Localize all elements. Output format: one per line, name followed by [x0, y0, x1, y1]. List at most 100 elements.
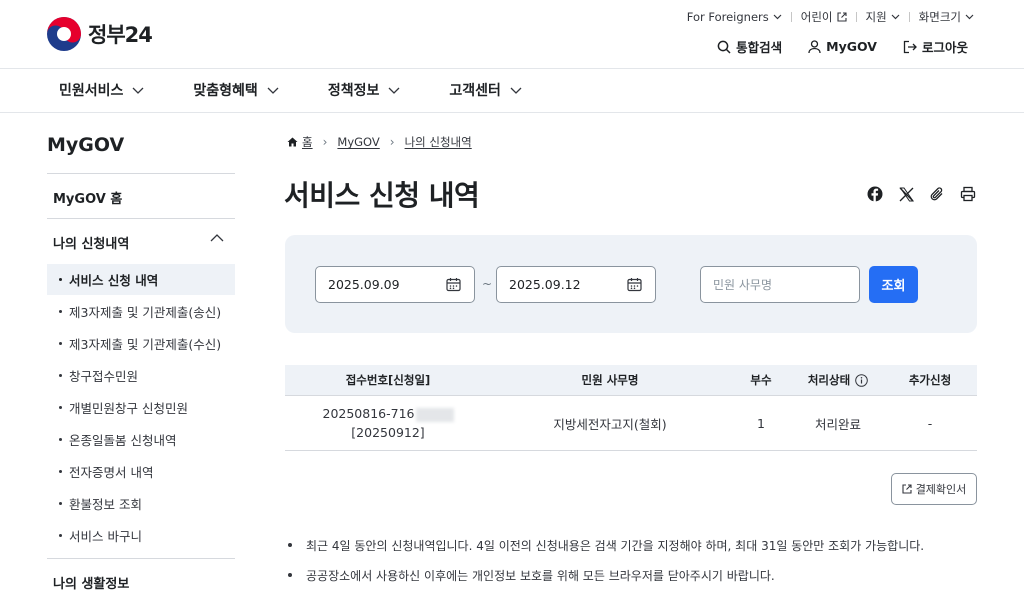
payment-confirmation-button[interactable]: 결제확인서	[891, 473, 977, 505]
sidebar-item-label: 제3자제출 및 기관제출(수신)	[69, 337, 222, 352]
action-label: 로그아웃	[921, 40, 968, 55]
notice-item: 최근 4일 동안의 신청내역입니다. 4일 이전의 신청내용은 검색 기간을 지…	[288, 530, 924, 560]
util-for-foreigners[interactable]: For Foreigners	[687, 10, 782, 24]
sidebar-item-mygov-home[interactable]: MyGOV 홈	[53, 188, 122, 207]
x-icon	[899, 187, 914, 201]
mygov-button[interactable]: MyGOV	[808, 39, 877, 54]
gnb-label: 고객센터	[449, 83, 501, 99]
chevron-down-icon	[267, 87, 279, 94]
table-row[interactable]: 20250816-716 [20250912] 지방세전자고지(철회) 1 처리…	[285, 396, 977, 451]
user-icon	[808, 39, 821, 53]
col-status-label: 처리상태	[807, 373, 851, 387]
calendar-icon[interactable]	[627, 277, 642, 292]
sidebar-section-applications[interactable]: 나의 신청내역	[53, 233, 129, 252]
bullet	[59, 470, 62, 473]
end-date-field[interactable]: 2025.09.12	[496, 266, 656, 303]
col-service-name: 민원 사무명	[581, 373, 639, 387]
gnb-label: 정책정보	[327, 83, 380, 99]
sidebar-item-service-basket[interactable]: 서비스 바구니	[47, 520, 235, 551]
bullet	[288, 573, 292, 577]
chevron-down-icon	[510, 87, 522, 94]
copy-link-button[interactable]	[928, 185, 946, 203]
print-button[interactable]	[959, 185, 977, 203]
receipt-date: [20250912]	[351, 425, 425, 440]
search-panel: 2025.09.09 ~ 2025.09.12 민원 사무명 조회	[285, 235, 977, 333]
bullet	[59, 374, 62, 377]
sidebar-item-third-party-sent[interactable]: 제3자제출 및 기관제출(송신)	[47, 296, 235, 327]
logout-icon	[903, 40, 917, 53]
action-label: 통합검색	[736, 40, 783, 55]
external-link-icon	[902, 484, 912, 494]
chevron-up-icon[interactable]	[210, 234, 224, 242]
gnb-civil-services[interactable]: 민원서비스	[59, 80, 144, 100]
sidebar-item-third-party-received[interactable]: 제3자제출 및 기관제출(수신)	[47, 328, 235, 359]
sidebar-item-label: 전자증명서 내역	[69, 465, 154, 480]
sidebar-item-label: 온종일돌봄 신청내역	[69, 433, 177, 448]
util-screen-size[interactable]: 화면크기	[919, 9, 974, 25]
main-navigation: 민원서비스 맞춤형혜택 정책정보 고객센터	[59, 80, 571, 100]
page-tools	[866, 185, 990, 203]
site-logo[interactable]: 정부24	[46, 16, 153, 52]
sidebar-item-label: 개별민원창구 신청민원	[69, 401, 188, 416]
breadcrumb-mygov[interactable]: MyGOV	[337, 135, 379, 149]
sidebar-section-life-info[interactable]: 나의 생활정보	[53, 573, 129, 592]
x-share-button[interactable]	[897, 185, 915, 203]
calendar-icon[interactable]	[446, 277, 461, 292]
info-icon[interactable]	[855, 373, 868, 387]
end-date-value: 2025.09.12	[509, 277, 581, 292]
breadcrumb-arrow-icon: ›	[389, 135, 395, 149]
gnb-label: 맞춤형혜택	[193, 83, 258, 99]
logo-text: 정부24	[88, 23, 153, 47]
search-button[interactable]: 조회	[869, 266, 918, 303]
gnb-customer-center[interactable]: 고객센터	[449, 80, 522, 100]
gnb-label: 민원서비스	[59, 83, 124, 99]
header-divider	[0, 68, 1024, 69]
receipt-number: 20250816-716	[322, 406, 415, 421]
sidebar-item-service-applications[interactable]: 서비스 신청 내역	[47, 264, 235, 295]
table-header: 접수번호[신청일] 민원 사무명 부수 처리상태 추가신청	[285, 365, 977, 396]
bullet	[59, 406, 62, 409]
bullet	[59, 342, 62, 345]
sidebar-item-e-certificates[interactable]: 전자증명서 내역	[47, 456, 235, 487]
util-support[interactable]: 지원	[866, 9, 900, 25]
sidebar-item-refund-info[interactable]: 환불정보 조회	[47, 488, 235, 519]
facebook-share-button[interactable]	[866, 185, 884, 203]
chevron-down-icon	[891, 14, 900, 20]
gnb-policy-info[interactable]: 정책정보	[328, 80, 401, 100]
sidebar-title: MyGOV	[47, 134, 125, 156]
sidebar-item-label: 제3자제출 및 기관제출(송신)	[69, 305, 222, 320]
cell-status: 처리완료	[814, 416, 861, 432]
chevron-down-icon	[388, 87, 400, 94]
sidebar-item-all-day-care[interactable]: 온종일돌봄 신청내역	[47, 424, 235, 455]
divider	[908, 12, 910, 22]
util-kids[interactable]: 어린이	[801, 9, 847, 25]
taegeuk-logo-icon	[47, 17, 81, 51]
notice-list: 최근 4일 동안의 신청내역입니다. 4일 이전의 신청내용은 검색 기간을 지…	[288, 530, 924, 590]
sidebar-divider	[47, 558, 235, 559]
bullet	[59, 310, 62, 313]
bullet	[59, 438, 62, 441]
notice-text: 최근 4일 동안의 신청내역입니다. 4일 이전의 신청내용은 검색 기간을 지…	[306, 538, 925, 553]
integrated-search-button[interactable]: 통합검색	[717, 37, 782, 56]
notice-item: 공공장소에서 사용하신 이후에는 개인정보 보호를 위해 모든 브라우저를 닫아…	[288, 560, 924, 590]
sidebar-item-counter-civil[interactable]: 창구접수민원	[47, 360, 235, 391]
sidebar-item-label: 창구접수민원	[69, 369, 139, 384]
service-name-input[interactable]: 민원 사무명	[700, 266, 860, 303]
breadcrumb-applications[interactable]: 나의 신청내역	[405, 134, 472, 150]
col-extra: 추가신청	[908, 373, 952, 387]
chevron-down-icon	[773, 14, 782, 20]
breadcrumb-home[interactable]: 홈	[302, 134, 313, 150]
bullet	[288, 543, 292, 547]
logout-button[interactable]: 로그아웃	[903, 37, 968, 56]
gnb-custom-benefits[interactable]: 맞춤형혜택	[193, 80, 279, 100]
col-receipt-no: 접수번호[신청일]	[345, 373, 431, 387]
sidebar-item-individual-counter[interactable]: 개별민원창구 신청민원	[47, 392, 235, 423]
cell-receipt[interactable]: 20250816-716 [20250912]	[285, 404, 491, 442]
bullet	[59, 278, 62, 281]
start-date-value: 2025.09.09	[328, 277, 400, 292]
sidebar-divider	[47, 218, 235, 219]
col-copies: 부수	[750, 373, 772, 387]
start-date-field[interactable]: 2025.09.09	[315, 266, 475, 303]
util-label: 화면크기	[918, 10, 961, 24]
utility-links: For Foreigners 어린이 지원 화면크기	[687, 9, 974, 25]
